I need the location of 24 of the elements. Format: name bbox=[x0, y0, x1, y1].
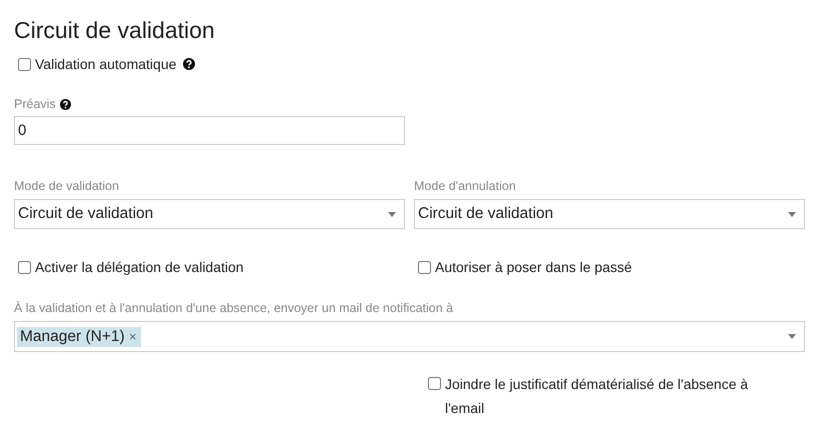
field-label: Mode de validation bbox=[14, 179, 119, 193]
section-title: Circuit de validation bbox=[14, 16, 216, 44]
notice-input[interactable]: 0 bbox=[14, 116, 405, 145]
help-icon[interactable] bbox=[183, 58, 196, 70]
checkbox-label: Validation automatique bbox=[35, 56, 176, 72]
select-field[interactable]: Circuit de validation bbox=[14, 199, 405, 229]
checkbox[interactable] bbox=[18, 260, 31, 274]
recipient-tag: Manager (N+1) × bbox=[17, 326, 141, 346]
caret-icon bbox=[388, 212, 396, 216]
checkbox-label: Joindre le justificatif dématérialisé de l'absence à l'email bbox=[445, 375, 750, 418]
field-label: Mode d'annulation bbox=[414, 179, 516, 193]
field-label: Préavis bbox=[14, 97, 56, 111]
checkbox-label: Autoriser à poser dans le passé bbox=[435, 259, 632, 275]
remove-icon[interactable]: × bbox=[128, 328, 137, 344]
checkbox[interactable] bbox=[18, 58, 31, 70]
select-field[interactable]: Circuit de validation bbox=[414, 199, 805, 229]
help-icon[interactable] bbox=[60, 98, 71, 110]
checkbox[interactable] bbox=[418, 260, 431, 274]
multiselect-field[interactable]: Manager (N+1) × bbox=[14, 321, 805, 352]
caret-icon bbox=[788, 334, 796, 339]
checkbox-label: Activer la délégation de validation bbox=[35, 259, 244, 275]
field-label: À la validation et à l'annulation d'une absence, envoyer un mail de notification à bbox=[14, 301, 454, 315]
caret-icon bbox=[788, 212, 796, 216]
checkbox[interactable] bbox=[428, 377, 441, 390]
